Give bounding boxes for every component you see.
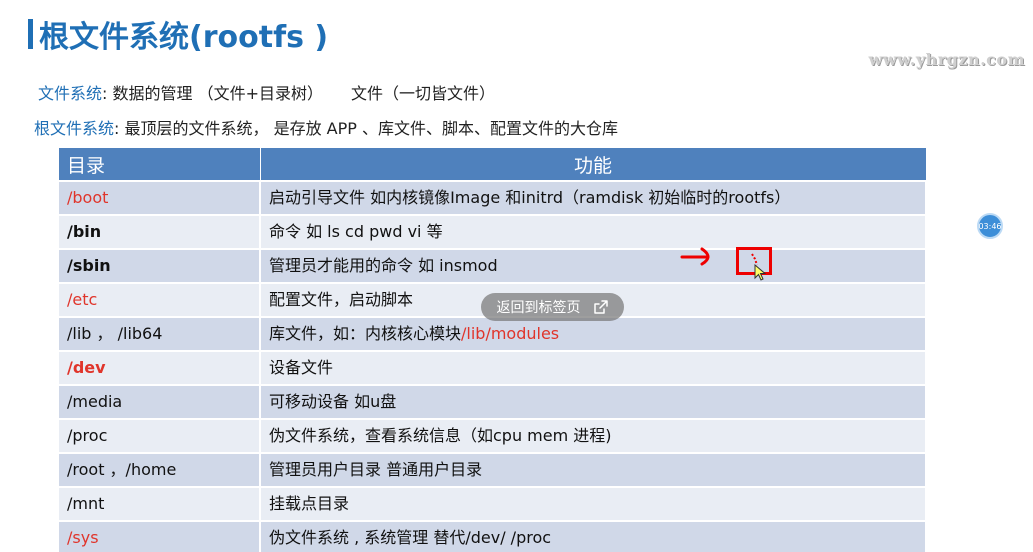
row-dir: /lib ， /lib64 bbox=[59, 316, 261, 351]
external-link-icon bbox=[593, 300, 608, 314]
row-func: 命令 如 ls cd pwd vi 等 bbox=[260, 214, 927, 249]
row-dir: /media bbox=[59, 384, 261, 419]
table-row: /sbin 管理员才能用的命令 如 insmod bbox=[59, 248, 927, 283]
row-dir: /proc bbox=[59, 418, 261, 453]
row-dir: /dev bbox=[59, 350, 261, 385]
intro-line2-text: : 最顶层的文件系统， 是存放 APP 、库文件、脚本、配置文件的大仓库 bbox=[114, 119, 618, 138]
row-dir: /mnt bbox=[59, 486, 261, 521]
table-row: /lib ， /lib64 库文件，如：内核核心模块/lib/modules bbox=[59, 316, 927, 351]
table-row: /sys 伪文件系统 , 系统管理 替代/dev/ /proc bbox=[59, 520, 927, 552]
row-func: 伪文件系统 , 系统管理 替代/dev/ /proc bbox=[260, 520, 927, 552]
back-to-tab-button[interactable]: 返回到标签页 bbox=[481, 293, 624, 321]
red-arrow-annotation bbox=[680, 247, 710, 266]
table-row: /root ，/home 管理员用户目录 普通用户目录 bbox=[59, 452, 927, 487]
intro-line1-key: 文件系统 bbox=[38, 84, 103, 103]
recording-timer-badge[interactable]: 03:46 bbox=[977, 213, 1003, 239]
row-func: 可移动设备 如u盘 bbox=[260, 384, 927, 419]
row-func: 库文件，如：内核核心模块/lib/modules bbox=[260, 316, 927, 351]
row-func: 管理员用户目录 普通用户目录 bbox=[260, 452, 927, 487]
header-directory: 目录 bbox=[59, 148, 261, 181]
title-accent-bar bbox=[28, 19, 33, 49]
header-function: 功能 bbox=[260, 148, 927, 181]
slide: 根文件系统(rootfs ) www.yhrgzn.com 文件系统: 数据的管… bbox=[0, 0, 1033, 552]
intro-line-filesystem: 文件系统: 数据的管理 （文件+目录树） 文件（一切皆文件） bbox=[38, 80, 495, 104]
back-to-tab-label: 返回到标签页 bbox=[496, 300, 581, 316]
row-func: 启动引导文件 如内核镜像Image 和initrd（ramdisk 初始临时的r… bbox=[260, 180, 927, 215]
directory-table: 目录 功能 /boot 启动引导文件 如内核镜像Image 和initrd（ra… bbox=[59, 148, 927, 552]
row-func-highlight: /lib/modules bbox=[461, 324, 560, 343]
table-row: /mnt 挂载点目录 bbox=[59, 486, 927, 521]
slide-title: 根文件系统(rootfs ) bbox=[28, 12, 328, 56]
row-func: 管理员才能用的命令 如 insmod bbox=[260, 248, 927, 283]
row-dir: /sbin bbox=[59, 248, 261, 283]
row-dir: /boot bbox=[59, 180, 261, 215]
table-row: /dev 设备文件 bbox=[59, 350, 927, 385]
row-func: 伪文件系统，查看系统信息（如cpu mem 进程) bbox=[260, 418, 927, 453]
row-func-text: 库文件，如：内核核心模块 bbox=[269, 324, 462, 343]
row-dir: /bin bbox=[59, 214, 261, 249]
table-header-row: 目录 功能 bbox=[59, 148, 927, 181]
row-dir: /root ，/home bbox=[59, 452, 261, 487]
watermark: www.yhrgzn.com bbox=[868, 50, 1025, 69]
intro-line2-key: 根文件系统 bbox=[34, 119, 115, 138]
intro-line1-extra: 文件（一切皆文件） bbox=[351, 84, 496, 103]
row-dir: /etc bbox=[59, 282, 261, 317]
slide-title-text: 根文件系统(rootfs ) bbox=[39, 20, 329, 55]
intro-line-rootfs: 根文件系统: 最顶层的文件系统， 是存放 APP 、库文件、脚本、配置文件的大仓… bbox=[34, 115, 618, 139]
row-dir: /sys bbox=[59, 520, 261, 552]
row-func: 设备文件 bbox=[260, 350, 927, 385]
table-row: /proc 伪文件系统，查看系统信息（如cpu mem 进程) bbox=[59, 418, 927, 453]
intro-line1-text: : 数据的管理 （文件+目录树） bbox=[102, 84, 323, 103]
table-row: /bin 命令 如 ls cd pwd vi 等 bbox=[59, 214, 927, 249]
mouse-cursor-icon bbox=[754, 264, 767, 281]
table-row: /boot 启动引导文件 如内核镜像Image 和initrd（ramdisk … bbox=[59, 180, 927, 215]
table-row: /media 可移动设备 如u盘 bbox=[59, 384, 927, 419]
row-func: 挂载点目录 bbox=[260, 486, 927, 521]
